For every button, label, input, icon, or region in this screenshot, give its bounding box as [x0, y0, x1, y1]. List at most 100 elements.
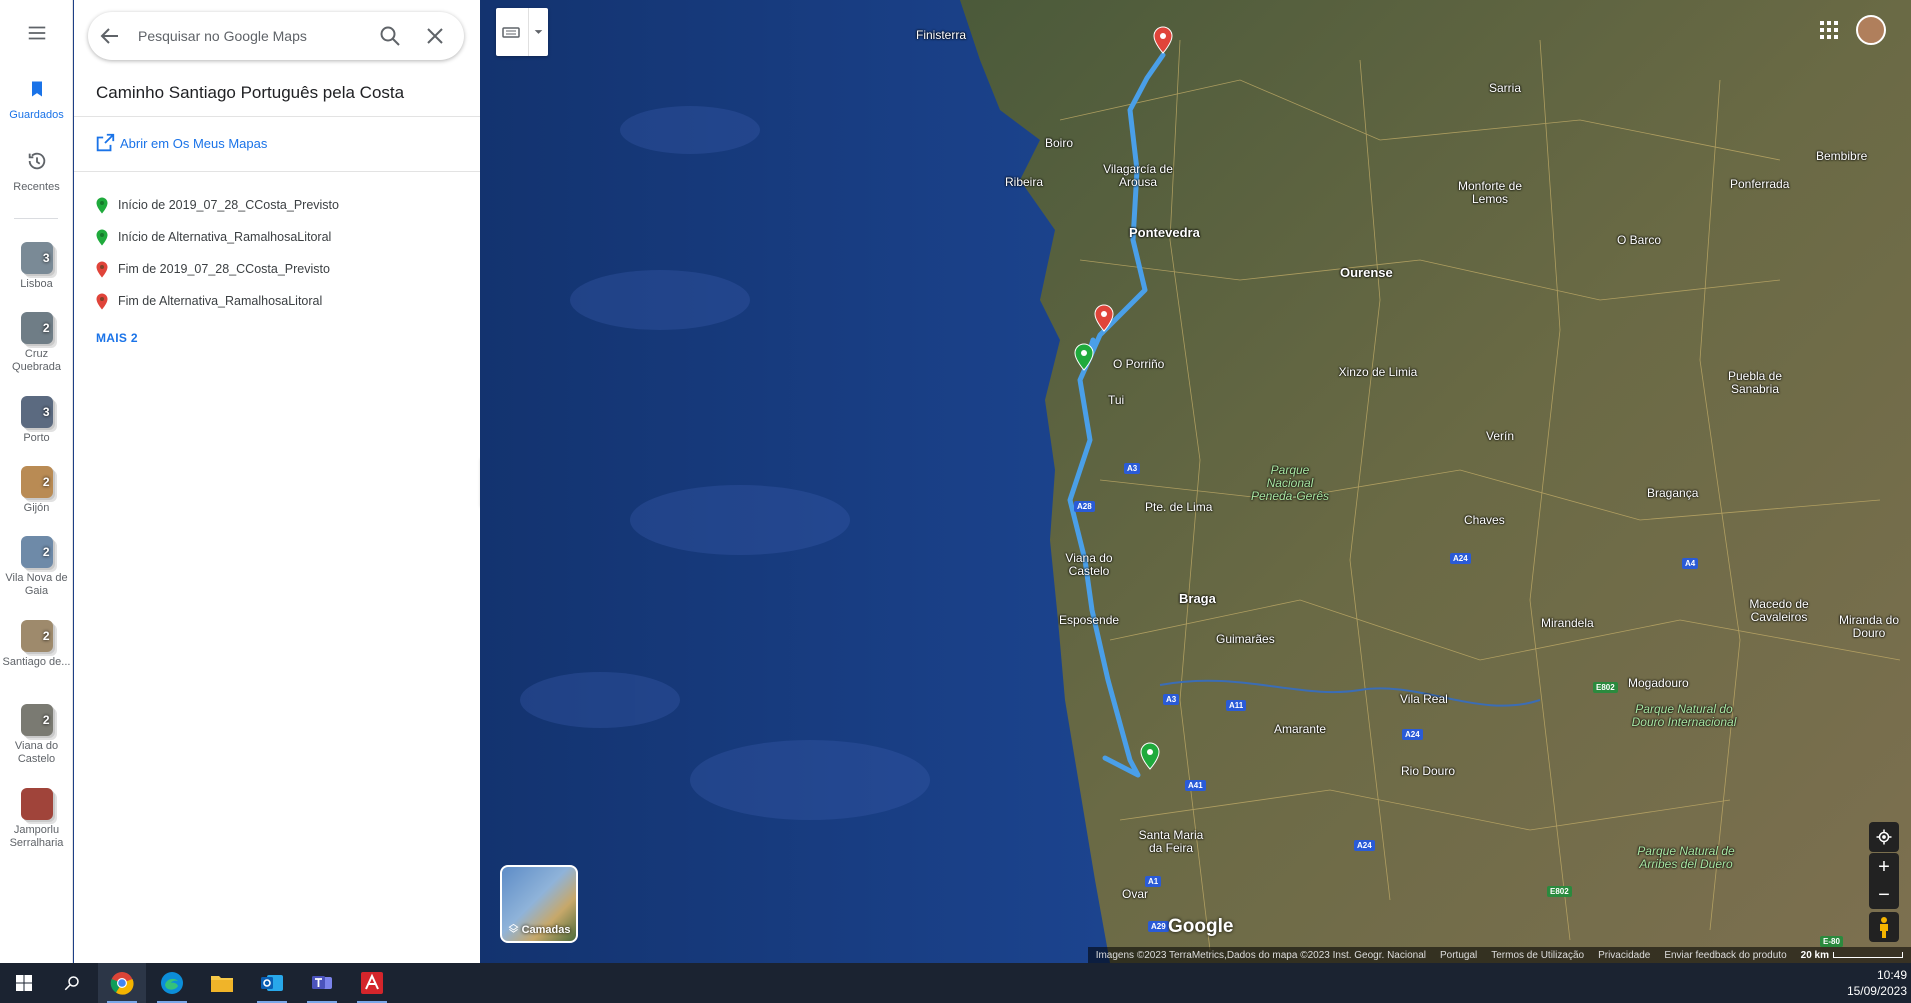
list-count: 2: [42, 713, 50, 727]
map-place-label[interactable]: Xinzo de Limia: [1338, 366, 1418, 379]
google-logo: Google: [1168, 916, 1234, 937]
placemark-item[interactable]: Fim de 2019_07_28_CCosta_Previsto: [96, 259, 330, 279]
input-tools-button[interactable]: [496, 8, 548, 56]
taskbar-outlook[interactable]: [248, 963, 296, 1003]
map-place-label[interactable]: Parque Natural do Douro Internacional: [1624, 703, 1744, 729]
zoom-in-button[interactable]: +: [1869, 853, 1899, 881]
country-link[interactable]: Portugal: [1440, 950, 1477, 961]
map-place-label[interactable]: Pte. de Lima: [1145, 501, 1212, 514]
placemark-label: Início de Alternativa_RamalhosaLitoral: [118, 230, 332, 244]
account-avatar[interactable]: [1856, 15, 1886, 45]
windows-taskbar: 10:49 15/09/2023: [0, 963, 1911, 1003]
street-view-pegman[interactable]: [1869, 912, 1899, 942]
map-place-label[interactable]: Mogadouro: [1628, 677, 1689, 690]
search-input[interactable]: [138, 24, 358, 48]
map-imagery: [480, 0, 1911, 963]
saved-list-item[interactable]: 3 Lisboa: [0, 242, 73, 291]
map-canvas[interactable]: Finisterra Sarria Bembibre Boiro Vilagarcía …: [480, 0, 1911, 963]
map-place-label[interactable]: Bragança: [1647, 487, 1698, 500]
system-clock[interactable]: 10:49 15/09/2023: [1847, 967, 1907, 999]
saved-list-item[interactable]: 3 Porto: [0, 396, 73, 445]
map-place-label[interactable]: Vila Real: [1400, 693, 1448, 706]
map-pin-green[interactable]: [1074, 343, 1094, 371]
map-place-label[interactable]: Puebla de Sanabria: [1715, 370, 1795, 396]
layers-button[interactable]: Camadas: [500, 865, 578, 943]
my-location-button[interactable]: [1869, 822, 1899, 852]
map-place-label[interactable]: Amarante: [1274, 723, 1326, 736]
taskbar-chrome[interactable]: [98, 963, 146, 1003]
back-arrow-icon[interactable]: [98, 24, 122, 48]
layers-icon: [508, 923, 518, 933]
chrome-icon: [110, 972, 134, 995]
map-place-label[interactable]: Ribeira: [1005, 176, 1043, 189]
map-pin-red[interactable]: [1094, 304, 1114, 332]
map-place-label[interactable]: Parque Nacional Peneda-Gerês: [1250, 464, 1330, 503]
map-place-label[interactable]: Viana do Castelo: [1049, 552, 1129, 578]
placemark-item[interactable]: Fim de Alternativa_RamalhosaLitoral: [96, 291, 322, 311]
search-icon[interactable]: [378, 24, 402, 48]
map-place-label[interactable]: Ourense: [1340, 266, 1393, 279]
keyboard-icon: [502, 27, 520, 38]
map-place-label[interactable]: Santa Maria da Feira: [1131, 829, 1211, 855]
map-place-label[interactable]: Boiro: [1045, 137, 1073, 150]
taskbar-teams[interactable]: [298, 963, 346, 1003]
saved-list-item[interactable]: 2 Viana do Castelo: [0, 704, 73, 766]
map-pin-red[interactable]: [1153, 26, 1173, 54]
saved-list-item[interactable]: 2 Vila Nova de Gaia: [0, 536, 73, 598]
list-count: 3: [42, 405, 50, 419]
map-place-label[interactable]: Sarria: [1489, 82, 1521, 95]
map-place-label[interactable]: Guimarães: [1216, 633, 1275, 646]
list-count: 2: [42, 629, 50, 643]
recent-button[interactable]: Recentes: [0, 150, 73, 194]
taskbar-search-button[interactable]: [48, 963, 96, 1003]
start-button[interactable]: [0, 963, 48, 1003]
search-icon: [64, 976, 79, 991]
saved-button[interactable]: Guardados: [0, 78, 73, 122]
open-in-mymaps-link[interactable]: Abrir em Os Meus Mapas: [94, 131, 267, 155]
saved-list-item[interactable]: 2 Santiago de...: [0, 620, 73, 669]
road-shield: E802: [1547, 886, 1572, 897]
scale-bar[interactable]: 20 km: [1801, 950, 1903, 961]
map-place-label[interactable]: Macedo de Cavaleiros: [1739, 598, 1819, 624]
road-shield: A24: [1402, 729, 1423, 740]
scale-label: 20 km: [1800, 949, 1829, 961]
placemark-item[interactable]: Início de Alternativa_RamalhosaLitoral: [96, 227, 331, 247]
map-place-label[interactable]: Miranda do Douro: [1829, 614, 1909, 640]
map-place-label[interactable]: Chaves: [1464, 514, 1505, 527]
map-place-label[interactable]: Tui: [1108, 394, 1124, 407]
map-place-label[interactable]: Parque Natural de Arribes del Duero: [1626, 845, 1746, 871]
map-place-label[interactable]: Esposende: [1059, 614, 1119, 627]
feedback-link[interactable]: Enviar feedback do produto: [1664, 950, 1786, 961]
privacy-link[interactable]: Privacidade: [1598, 950, 1650, 961]
road-shield: A3: [1163, 694, 1180, 705]
apps-grid-icon[interactable]: [1817, 18, 1841, 42]
map-place-label[interactable]: Monforte de Lemos: [1450, 180, 1530, 206]
map-place-label[interactable]: Mirandela: [1541, 617, 1594, 630]
map-place-label[interactable]: O Barco: [1617, 234, 1661, 247]
more-button[interactable]: MAIS 2: [96, 331, 138, 345]
taskbar-edge[interactable]: [148, 963, 196, 1003]
map-place-label[interactable]: Pontevedra: [1129, 226, 1200, 239]
map-place-label[interactable]: O Porriño: [1113, 358, 1164, 371]
teams-icon: [312, 976, 332, 989]
close-icon[interactable]: [423, 24, 447, 48]
map-place-label[interactable]: Ponferrada: [1730, 178, 1789, 191]
map-pin-green[interactable]: [1140, 742, 1160, 770]
map-place-label[interactable]: Ovar: [1122, 888, 1148, 901]
map-place-label[interactable]: Verín: [1486, 430, 1514, 443]
terms-link[interactable]: Termos de Utilização: [1491, 950, 1584, 961]
saved-list-item[interactable]: 2 Cruz Quebrada: [0, 312, 73, 374]
taskbar-acrobat[interactable]: [348, 963, 396, 1003]
map-place-label[interactable]: Rio Douro: [1401, 765, 1455, 778]
acrobat-icon: [361, 972, 383, 994]
placemark-item[interactable]: Início de 2019_07_28_CCosta_Previsto: [96, 195, 339, 215]
menu-button[interactable]: [0, 22, 73, 49]
taskbar-file-explorer[interactable]: [198, 963, 246, 1003]
map-place-label[interactable]: Bembibre: [1816, 150, 1867, 163]
zoom-out-button[interactable]: −: [1869, 881, 1899, 909]
saved-list-item[interactable]: 2 Gijón: [0, 466, 73, 515]
map-place-label[interactable]: Vilagarcía de Arousa: [1098, 163, 1178, 189]
saved-list-item[interactable]: Jamporlu Serralharia: [0, 788, 73, 850]
map-place-label[interactable]: Finisterra: [916, 29, 966, 42]
map-place-label[interactable]: Braga: [1179, 592, 1216, 605]
